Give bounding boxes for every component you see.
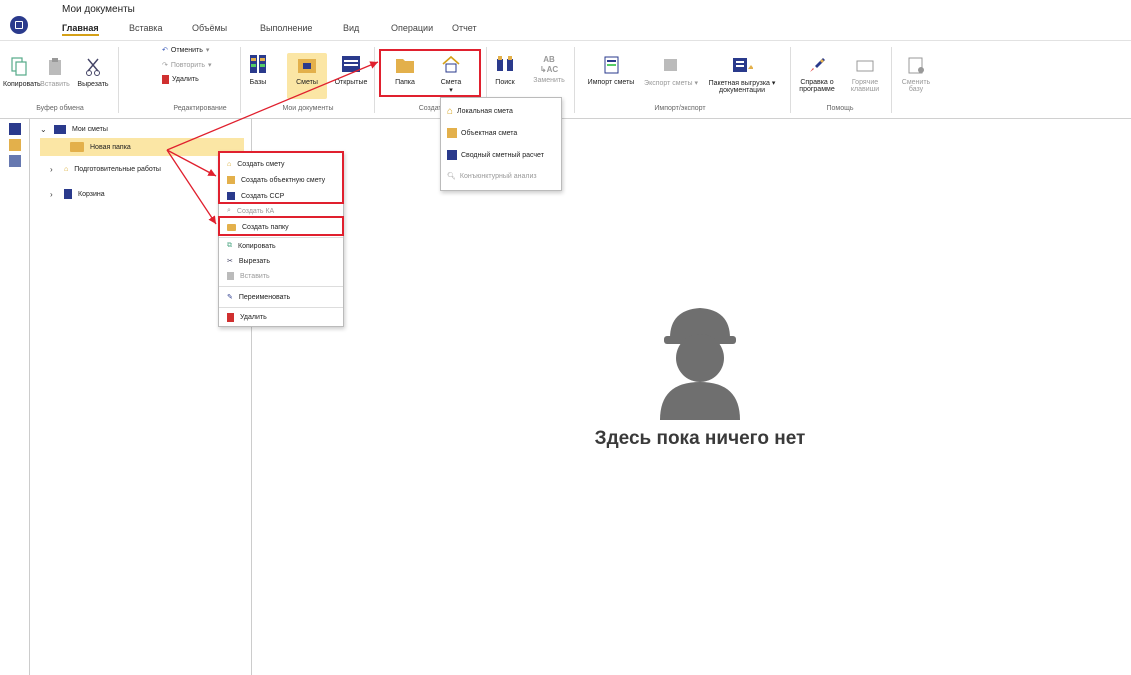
worker-avatar-icon [660,308,740,420]
empty-state-text: Здесь пока ничего нет [594,428,806,449]
arrow-to-ribbon [166,61,379,151]
arrow-to-create-items [166,149,217,177]
empty-state: Здесь пока ничего нет [560,300,840,450]
arrow-to-create-folder [166,149,217,225]
